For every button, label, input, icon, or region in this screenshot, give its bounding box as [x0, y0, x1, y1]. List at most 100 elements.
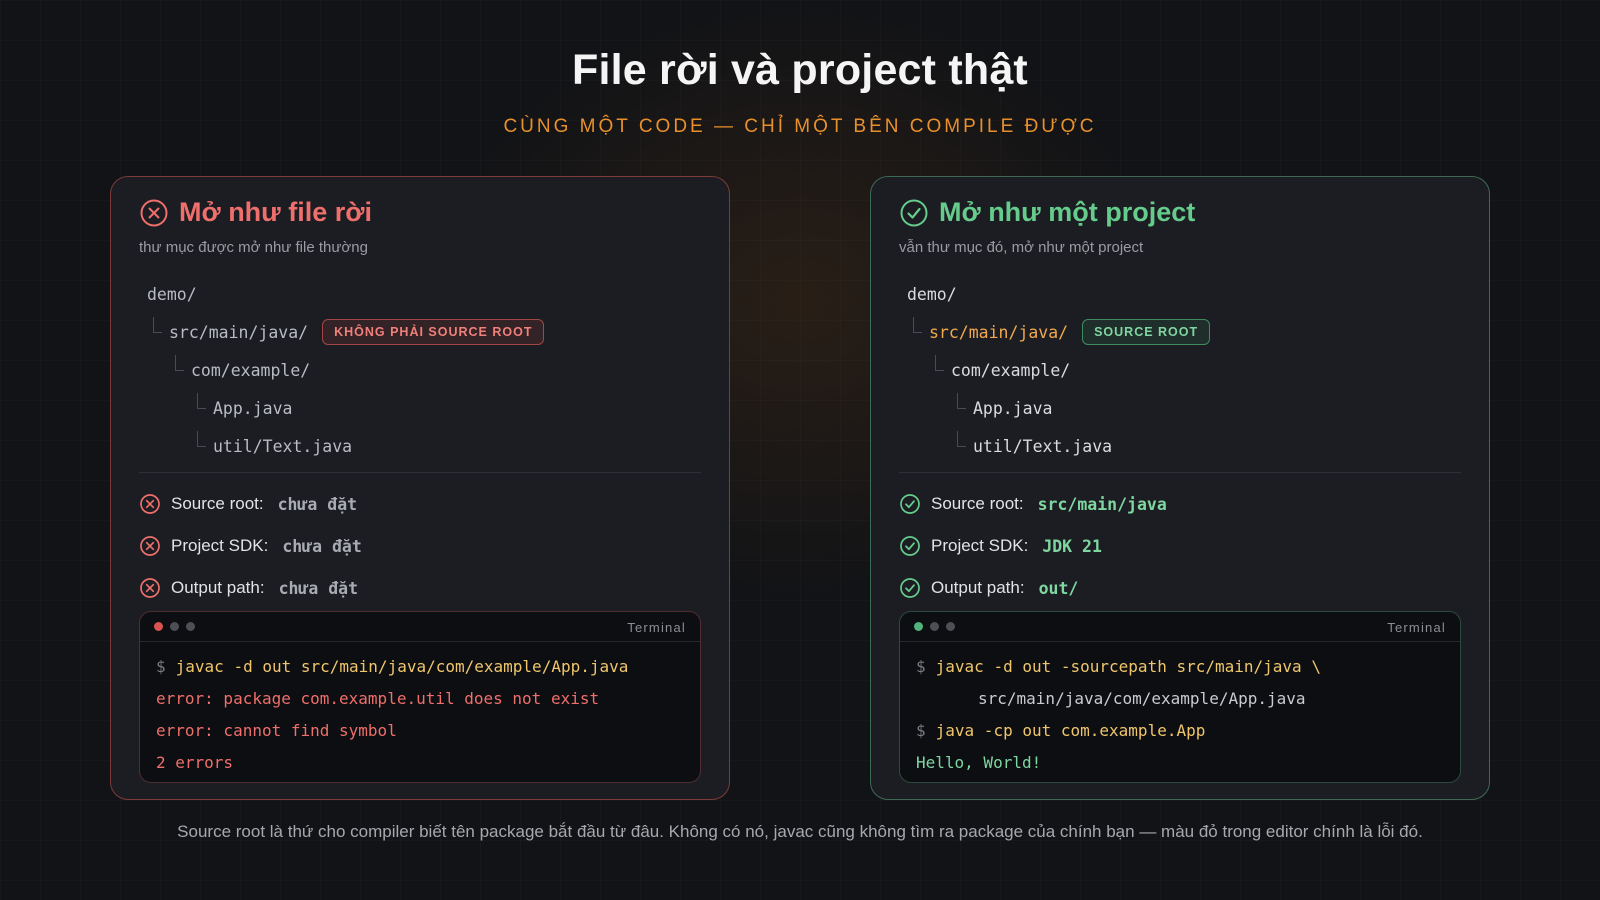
panel-title: Mở như một project — [939, 197, 1196, 227]
tree-connector — [957, 431, 966, 447]
terminal-output: $ javac -d out -sourcepath src/main/java … — [900, 642, 1460, 782]
tree-connector — [197, 393, 206, 409]
tree-item-label: com/example/ — [191, 360, 311, 380]
terminal-line: src/main/java/com/example/App.java — [916, 682, 1444, 714]
window-dot-icon — [914, 622, 923, 631]
terminal-label: Terminal — [627, 620, 686, 635]
check-circle-icon — [900, 578, 920, 598]
setting-label: Source root: — [931, 494, 1024, 513]
tree-item-label: util/Text.java — [973, 436, 1113, 456]
x-circle-icon — [140, 578, 160, 598]
tree-connector — [197, 431, 206, 447]
terminal-command: javac -d out src/main/java/com/example/A… — [175, 656, 629, 676]
terminal-line: 2 errors — [156, 746, 684, 778]
setting-value: out/ — [1038, 578, 1079, 598]
setting-row: Project SDK: JDK 21 — [899, 525, 1167, 567]
terminal-output: $ javac -d out src/main/java/com/example/… — [140, 642, 700, 782]
setting-value: chưa đặt — [277, 494, 358, 514]
setting-label: Output path: — [171, 578, 265, 597]
terminal-titlebar: Terminal — [140, 612, 700, 642]
terminal-label: Terminal — [1387, 620, 1446, 635]
project-panel: Mở như một project vẫn thư mục đó, mở nh… — [870, 176, 1490, 800]
tree-item: src/main/java/ SOURCE ROOT — [907, 313, 1211, 351]
tree-connector — [153, 317, 162, 333]
x-circle-icon — [140, 494, 160, 514]
prompt-symbol: $ — [916, 720, 926, 740]
terminal-error: error: package com.example.util does not… — [156, 688, 600, 708]
prompt-symbol: $ — [916, 656, 926, 676]
setting-value: chưa đặt — [278, 578, 359, 598]
tree-item-label: App.java — [973, 398, 1053, 418]
setting-label: Project SDK: — [931, 536, 1029, 555]
terminal-command: javac -d out -sourcepath src/main/java \ — [935, 656, 1321, 676]
tree-item: App.java — [907, 389, 1210, 427]
tree-item-label: demo/ — [147, 284, 197, 304]
tree-item: src/main/java/ KHÔNG PHẢI SOURCE ROOT — [147, 313, 545, 351]
terminal-line: $ javac -d out src/main/java/com/example/… — [156, 650, 684, 682]
tree-item: util/Text.java — [147, 427, 544, 465]
tree-connector — [957, 393, 966, 409]
check-circle-icon — [900, 199, 928, 226]
window-dot-icon — [170, 622, 179, 631]
terminal-error: error: cannot find symbol — [156, 720, 397, 740]
source-root-badge: SOURCE ROOT — [1082, 319, 1211, 345]
not-source-root-badge: KHÔNG PHẢI SOURCE ROOT — [322, 319, 545, 345]
window-dot-icon — [186, 622, 195, 631]
terminal-line: error: cannot find symbol — [156, 714, 684, 746]
setting-value: chưa đặt — [282, 536, 362, 556]
panel-subtitle: thư mục được mở như file thường — [139, 239, 368, 256]
terminal-output-text: Hello, World! — [916, 752, 1042, 772]
prompt-symbol: $ — [156, 656, 166, 676]
setting-value: JDK 21 — [1042, 536, 1102, 556]
setting-label: Output path: — [931, 578, 1025, 597]
check-circle-icon — [900, 494, 920, 514]
file-tree: demo/ src/main/java/ KHÔNG PHẢI SOURCE R… — [147, 275, 545, 465]
project-settings: Source root: src/main/java Project SDK: … — [899, 483, 1167, 609]
setting-row: Output path: chưa đặt — [139, 567, 362, 609]
tree-item-label: demo/ — [907, 284, 957, 304]
tree-item: util/Text.java — [907, 427, 1210, 465]
tree-item-label: util/Text.java — [213, 436, 353, 456]
panel-subtitle: vẫn thư mục đó, mở như một project — [899, 239, 1144, 256]
tree-item-label: src/main/java/ — [169, 322, 309, 342]
terminal-line: Hello, World! — [916, 746, 1444, 778]
setting-row: Source root: chưa đặt — [139, 483, 362, 525]
setting-value: src/main/java — [1037, 494, 1167, 514]
tree-connector — [175, 355, 184, 371]
x-circle-icon — [140, 199, 168, 226]
terminal-command: java -cp out com.example.App — [935, 720, 1206, 740]
divider — [899, 472, 1461, 473]
terminal-command-continuation: src/main/java/com/example/App.java — [978, 688, 1306, 708]
setting-label: Source root: — [171, 494, 264, 513]
window-dot-icon — [930, 622, 939, 631]
panel-header: Mở như file rời — [139, 197, 372, 228]
project-settings: Source root: chưa đặt Project SDK: chưa … — [139, 483, 362, 609]
terminal-window: Terminal $ javac -d out -sourcepath src/m… — [899, 611, 1461, 783]
footer-caption: Source root là thứ cho compiler biết tên… — [177, 822, 1423, 841]
tree-connector — [913, 317, 922, 333]
setting-row: Project SDK: chưa đặt — [139, 525, 362, 567]
loose-file-panel: Mở như file rời thư mục được mở như file… — [110, 176, 730, 800]
tree-item: App.java — [147, 389, 544, 427]
setting-row: Output path: out/ — [899, 567, 1167, 609]
panel-title: Mở như file rời — [179, 197, 372, 227]
page-title: File rời và project thật — [572, 46, 1028, 94]
tree-item-label: App.java — [213, 398, 293, 418]
terminal-window: Terminal $ javac -d out src/main/java/com… — [139, 611, 701, 783]
x-circle-icon — [140, 536, 160, 556]
tree-item: com/example/ — [907, 351, 1210, 389]
check-circle-icon — [900, 536, 920, 556]
tree-item-label: src/main/java/ — [929, 322, 1069, 342]
file-tree: demo/ src/main/java/ SOURCE ROOT com/exa… — [907, 275, 1211, 465]
tree-connector — [935, 355, 944, 371]
tree-item: com/example/ — [147, 351, 544, 389]
window-dot-icon — [154, 622, 163, 631]
tree-item-label: com/example/ — [951, 360, 1071, 380]
tree-item: demo/ — [147, 275, 544, 313]
setting-label: Project SDK: — [171, 536, 269, 555]
terminal-line: $ java -cp out com.example.App — [916, 714, 1444, 746]
terminal-line: $ javac -d out -sourcepath src/main/java … — [916, 650, 1444, 682]
setting-row: Source root: src/main/java — [899, 483, 1167, 525]
divider — [139, 472, 701, 473]
tree-item: demo/ — [907, 275, 1210, 313]
